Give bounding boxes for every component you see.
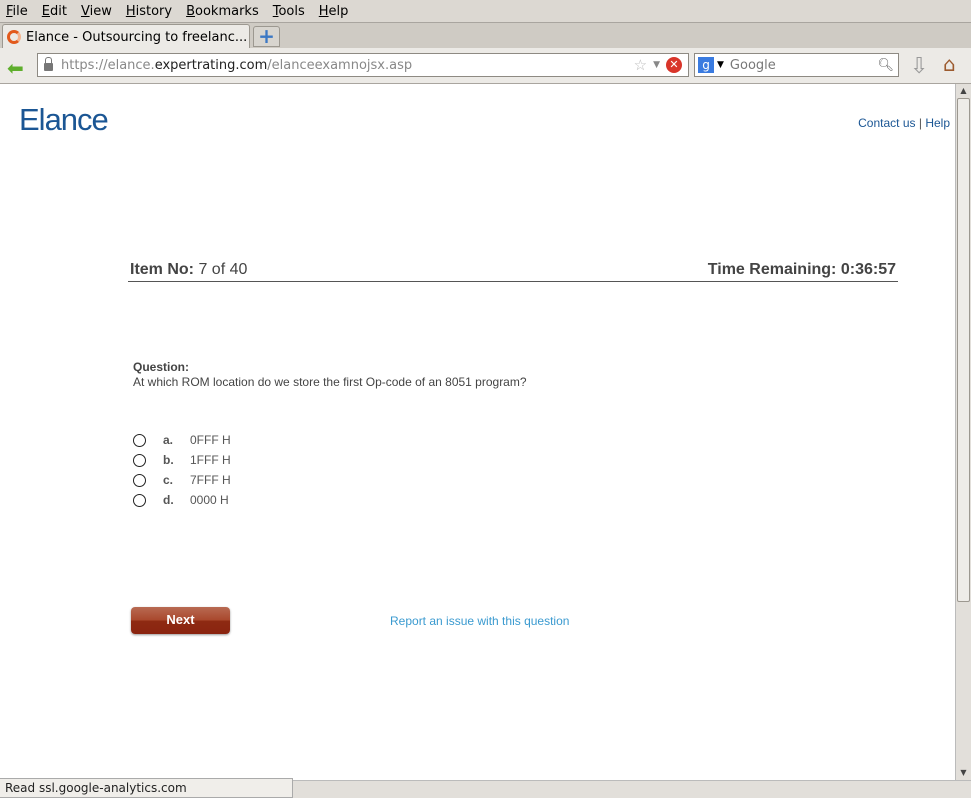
download-icon[interactable]: ⇩ xyxy=(910,54,928,79)
option-letter: c. xyxy=(163,473,174,487)
dropdown-icon[interactable]: ▼ xyxy=(653,60,660,70)
tab-title: Elance - Outsourcing to freelanc... xyxy=(26,29,248,45)
lock-icon xyxy=(44,57,53,71)
dropdown-icon[interactable]: ▼ xyxy=(717,60,724,70)
option-b[interactable]: b. 1FFF H xyxy=(133,450,231,470)
menu-bookmarks[interactable]: Bookmarks xyxy=(186,4,259,19)
new-tab-button[interactable]: + xyxy=(253,26,280,47)
url-scheme: https://elance. xyxy=(61,57,155,73)
option-letter: a. xyxy=(163,433,174,447)
separator: | xyxy=(918,116,922,130)
radio-button[interactable] xyxy=(133,453,146,467)
time-label: Time Remaining: xyxy=(707,261,837,278)
option-letter: b. xyxy=(163,453,174,467)
back-arrow-icon[interactable]: ⬅ xyxy=(7,56,24,80)
item-value: 7 of 40 xyxy=(198,261,248,278)
menu-history[interactable]: History xyxy=(126,4,172,19)
menu-edit[interactable]: Edit xyxy=(42,4,67,19)
time-value: 0:36:57 xyxy=(840,261,896,278)
vertical-scrollbar[interactable]: ▲ ▼ xyxy=(955,84,971,780)
next-button[interactable]: Next xyxy=(131,607,230,634)
url-path: /elanceexamnojsx.asp xyxy=(267,57,413,73)
status-bar: Read ssl.google-analytics.com xyxy=(0,778,293,798)
menu-file[interactable]: File xyxy=(6,4,28,19)
contact-us-link[interactable]: Contact us xyxy=(858,116,915,130)
question-block: Question: At which ROM location do we st… xyxy=(133,360,527,390)
nav-bar: ⬅ https://elance. expertrating.com/elance… xyxy=(0,48,971,84)
scroll-up-icon[interactable]: ▲ xyxy=(956,84,971,98)
elance-logo[interactable]: Elance xyxy=(19,102,109,138)
magnifier-icon[interactable]: 🔍︎ xyxy=(877,58,894,73)
option-a[interactable]: a. 0FFF H xyxy=(133,430,231,450)
home-icon[interactable]: ⌂ xyxy=(943,52,956,76)
scroll-down-icon[interactable]: ▼ xyxy=(956,766,971,780)
google-icon[interactable]: g xyxy=(698,57,714,73)
option-text: 7FFF H xyxy=(190,473,231,487)
tab-elance[interactable]: Elance - Outsourcing to freelanc... xyxy=(2,24,250,49)
menu-tools[interactable]: Tools xyxy=(273,4,305,19)
option-text: 0000 H xyxy=(190,493,229,507)
search-placeholder: Google xyxy=(729,57,776,73)
radio-button[interactable] xyxy=(133,433,146,447)
answer-options: a. 0FFF H b. 1FFF H c. 7FFF H d. 0000 H xyxy=(133,430,231,510)
help-link[interactable]: Help xyxy=(925,116,950,130)
stop-icon[interactable]: ✕ xyxy=(666,57,682,73)
option-d[interactable]: d. 0000 H xyxy=(133,490,231,510)
report-issue-link[interactable]: Report an issue with this question xyxy=(390,614,569,628)
option-text: 1FFF H xyxy=(190,453,231,467)
item-label: Item No: xyxy=(130,261,194,278)
tab-bar: Elance - Outsourcing to freelanc... + xyxy=(0,22,971,49)
url-domain: expertrating.com xyxy=(154,57,268,73)
question-text: At which ROM location do we store the fi… xyxy=(133,375,527,389)
url-bar[interactable]: https://elance. expertrating.com/elanceex… xyxy=(37,53,689,77)
search-box[interactable]: g ▼ Google 🔍︎ xyxy=(694,53,899,77)
scroll-thumb[interactable] xyxy=(957,98,970,602)
option-text: 0FFF H xyxy=(190,433,231,447)
top-links: Contact us | Help xyxy=(858,116,950,130)
menu-view[interactable]: View xyxy=(81,4,112,19)
favicon-icon xyxy=(7,30,21,44)
exam-header: Item No: 7 of 40 Time Remaining: 0:36:57 xyxy=(128,259,898,282)
radio-button[interactable] xyxy=(133,493,146,507)
page-content: Elance Contact us | Help Item No: 7 of 4… xyxy=(0,84,955,780)
menu-bar: File Edit View History Bookmarks Tools H… xyxy=(0,0,971,22)
bookmark-star-icon[interactable]: ☆ xyxy=(634,56,647,74)
option-letter: d. xyxy=(163,493,174,507)
question-label: Question: xyxy=(133,360,189,374)
menu-help[interactable]: Help xyxy=(319,4,349,19)
radio-button[interactable] xyxy=(133,473,146,487)
option-c[interactable]: c. 7FFF H xyxy=(133,470,231,490)
